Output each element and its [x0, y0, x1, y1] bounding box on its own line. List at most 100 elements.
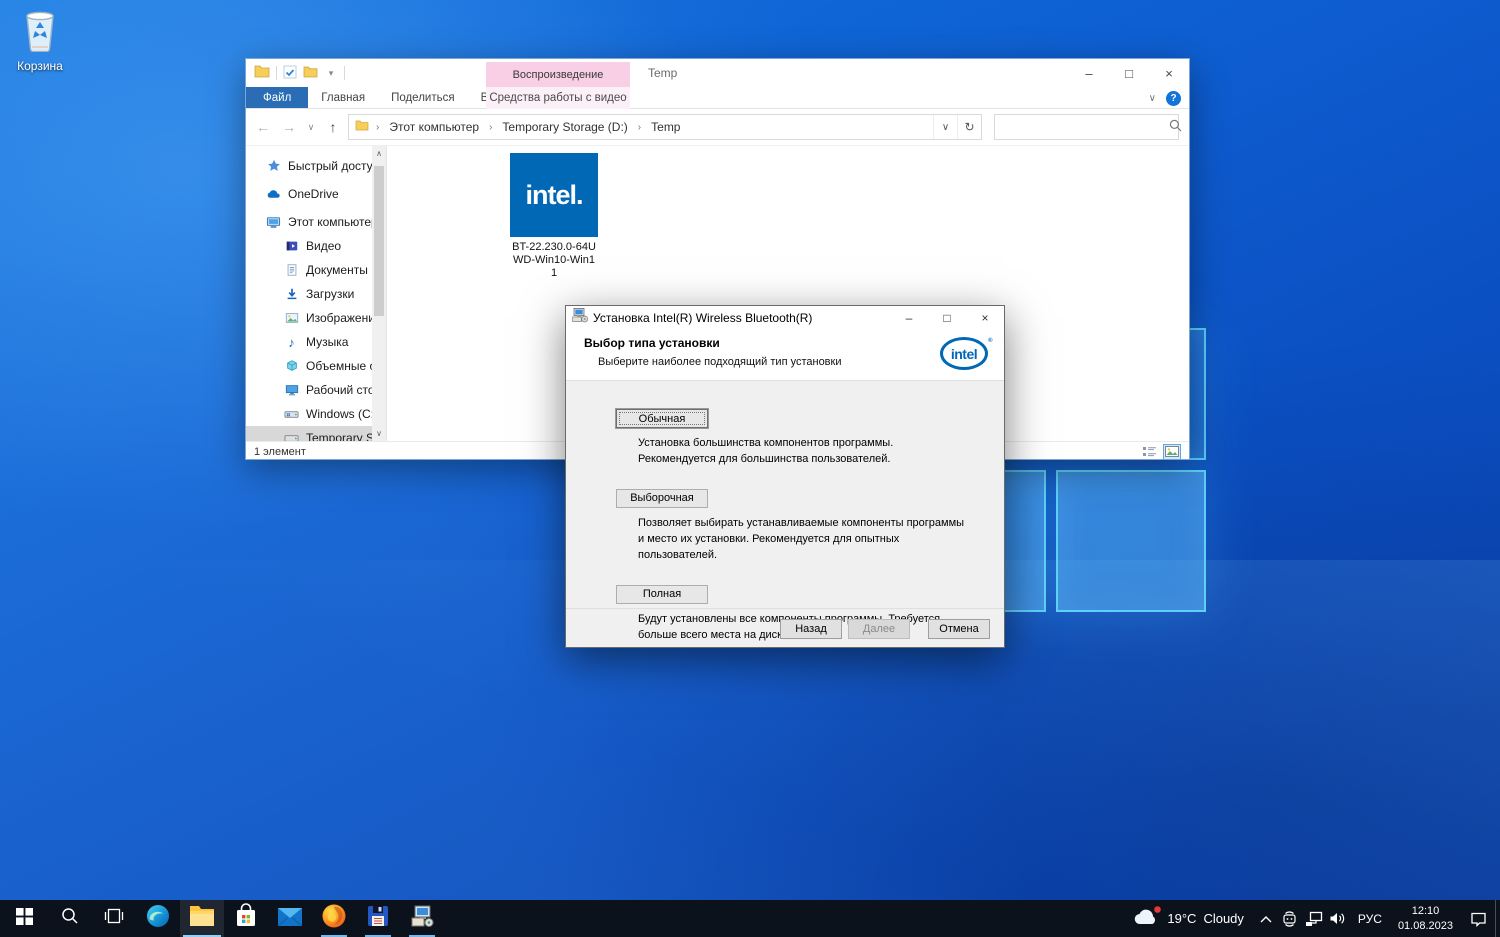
address-dropdown-icon[interactable]: ∨	[933, 115, 957, 139]
sidebar-item-3d-objects[interactable]: Объемные объ	[246, 354, 386, 378]
sidebar-item-pictures[interactable]: Изображения	[246, 306, 386, 330]
breadcrumb-folder[interactable]: Temp	[648, 120, 683, 134]
recycle-bin[interactable]: Корзина	[6, 6, 74, 73]
back-icon[interactable]: ←	[252, 119, 274, 135]
maximize-button[interactable]: □	[1109, 59, 1149, 87]
sidebar-item-windows-c[interactable]: Windows (C:)	[246, 402, 386, 426]
thumbnails-view-icon[interactable]	[1163, 443, 1181, 460]
recent-locations-icon[interactable]: ∨	[304, 122, 318, 133]
qat-properties-icon[interactable]	[283, 65, 297, 82]
close-button[interactable]: ×	[966, 306, 1004, 329]
sidebar-item-temporary-storage[interactable]: Temporary Stora	[246, 426, 386, 441]
clock-time: 12:10	[1411, 905, 1440, 918]
weather-widget[interactable]: 19°C Cloudy	[1124, 906, 1254, 929]
minimize-button[interactable]: –	[1069, 59, 1109, 87]
quick-access-toolbar: ▾	[246, 59, 345, 87]
document-icon	[284, 263, 299, 278]
scrollbar-thumb[interactable]	[374, 166, 384, 316]
system-tray: 19°C Cloudy РУС 12:10 01.08.2023	[1124, 900, 1500, 937]
start-button[interactable]	[0, 900, 48, 937]
ribbon-tab-row: Файл Главная Поделиться Вид Средства раб…	[246, 87, 1189, 109]
taskbar-app-firefox[interactable]	[312, 900, 356, 937]
next-button: Далее	[848, 618, 910, 639]
breadcrumb-this-pc[interactable]: Этот компьютер	[386, 120, 482, 134]
breadcrumb[interactable]: › Этот компьютер › Temporary Storage (D:…	[348, 114, 982, 140]
help-icon[interactable]: ?	[1166, 90, 1181, 106]
scroll-down-icon[interactable]: ∨	[372, 426, 386, 441]
hidden-icons-chevron[interactable]	[1254, 915, 1278, 923]
dialog-titlebar[interactable]: Установка Intel(R) Wireless Bluetooth(R)…	[566, 306, 1004, 329]
music-note-icon: ♪	[288, 334, 295, 350]
show-desktop-button[interactable]	[1495, 900, 1500, 937]
network-icon[interactable]	[1302, 911, 1326, 927]
contextual-tab-group-header: Воспроизведение	[486, 62, 630, 87]
intel-logo: intel ®	[940, 337, 992, 370]
separator	[344, 66, 345, 80]
action-center-button[interactable]	[1461, 900, 1495, 937]
tab-file[interactable]: Файл	[246, 87, 309, 108]
setup-wizard-icon	[410, 904, 434, 933]
desktop-icon	[284, 383, 299, 398]
install-option-custom: Выборочная Позволяет выбирать устанавлив…	[616, 488, 1004, 564]
volume-icon[interactable]	[1326, 911, 1350, 926]
qat-new-folder-icon[interactable]	[303, 66, 318, 81]
search-box	[994, 114, 1182, 140]
up-icon[interactable]: ↑	[322, 119, 344, 135]
qat-customize-dropdown-icon[interactable]: ▾	[324, 68, 338, 79]
taskbar-app-intel-setup[interactable]	[400, 900, 444, 937]
ribbon-expand-icon[interactable]: ∨	[1149, 93, 1156, 104]
taskbar-app-edge[interactable]	[136, 900, 180, 937]
location-folder-icon	[355, 120, 369, 134]
tab-share[interactable]: Поделиться	[378, 87, 468, 108]
sidebar-item-quick-access[interactable]: Быстрый доступ	[246, 154, 386, 178]
complete-button[interactable]: Полная	[616, 584, 708, 604]
sidebar-item-videos[interactable]: Видео	[246, 234, 386, 258]
tab-home[interactable]: Главная	[308, 87, 378, 108]
weather-condition: Cloudy	[1203, 911, 1244, 926]
sidebar-item-music[interactable]: ♪ Музыка	[246, 330, 386, 354]
sidebar-item-this-pc[interactable]: Этот компьютер	[246, 210, 386, 234]
typical-button[interactable]: Обычная	[616, 409, 708, 428]
sidebar-item-documents[interactable]: Документы	[246, 258, 386, 282]
picture-icon	[284, 311, 299, 326]
sidebar-item-downloads[interactable]: Загрузки	[246, 282, 386, 306]
sidebar-scrollbar[interactable]: ∧ ∨	[372, 146, 386, 441]
taskbar-app-floppy-installer[interactable]	[356, 900, 400, 937]
forward-icon[interactable]: →	[278, 119, 300, 135]
search-input[interactable]	[995, 115, 1162, 139]
close-button[interactable]: ×	[1149, 59, 1189, 87]
task-view-button[interactable]	[92, 900, 136, 937]
breadcrumb-drive[interactable]: Temporary Storage (D:)	[499, 120, 630, 134]
taskbar-app-mail[interactable]	[268, 900, 312, 937]
back-button[interactable]: Назад	[780, 618, 842, 639]
minimize-button[interactable]: –	[890, 306, 928, 329]
dialog-title: Установка Intel(R) Wireless Bluetooth(R)	[593, 310, 813, 325]
details-view-icon[interactable]	[1141, 444, 1159, 460]
breadcrumb-separator-icon: ›	[376, 121, 380, 133]
cancel-button[interactable]: Отмена	[928, 618, 990, 639]
taskbar-app-file-explorer[interactable]	[180, 900, 224, 937]
tray-device-icon[interactable]	[1278, 910, 1302, 927]
refresh-icon[interactable]: ↻	[957, 115, 981, 139]
cloud-icon	[1134, 906, 1162, 929]
sidebar-item-desktop[interactable]: Рабочий стол	[246, 378, 386, 402]
caption-buttons: – □ ×	[1069, 59, 1189, 87]
custom-button[interactable]: Выборочная	[616, 488, 708, 508]
installer-dialog: Установка Intel(R) Wireless Bluetooth(R)…	[565, 305, 1005, 648]
scroll-up-icon[interactable]: ∧	[372, 146, 386, 161]
clock[interactable]: 12:10 01.08.2023	[1390, 904, 1461, 933]
video-icon	[284, 239, 299, 254]
explorer-titlebar[interactable]: ▾ Воспроизведение Temp – □ ×	[246, 59, 1189, 87]
file-explorer-icon	[189, 905, 215, 932]
taskbar-app-store[interactable]	[224, 900, 268, 937]
installer-icon	[572, 307, 588, 328]
dialog-body: Обычная Установка большинства компоненто…	[566, 381, 1004, 641]
separator	[276, 66, 277, 80]
language-indicator[interactable]: РУС	[1350, 912, 1390, 926]
search-button[interactable]	[48, 900, 92, 937]
sidebar-item-onedrive[interactable]: OneDrive	[246, 182, 386, 206]
drive-icon	[284, 431, 299, 441]
edge-icon	[145, 903, 171, 934]
tab-video-tools[interactable]: Средства работы с видео	[486, 87, 630, 109]
file-item-installer[interactable]: intel. BT-22.230.0-64U WD-Win10-Win1 1	[499, 153, 609, 281]
